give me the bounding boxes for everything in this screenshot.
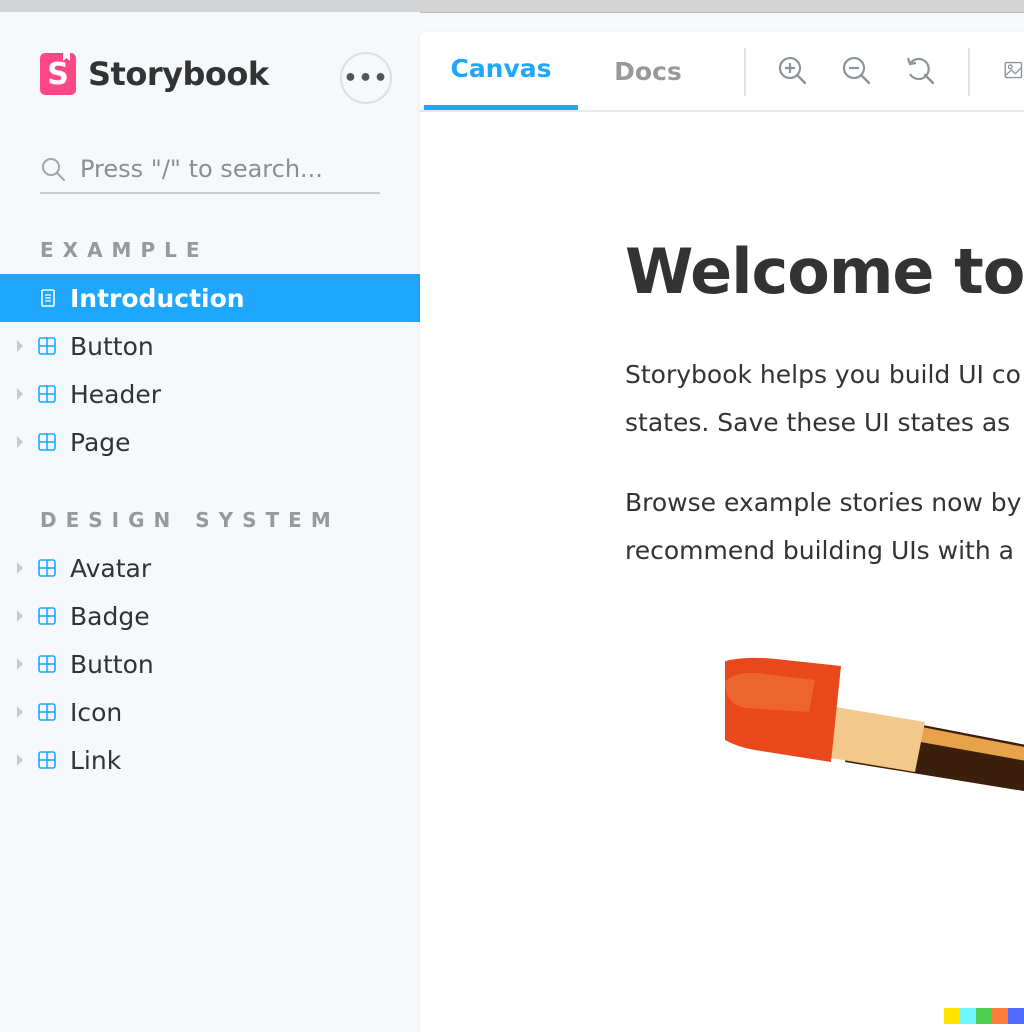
sidebar-item-label: Page xyxy=(70,427,131,457)
section-title-design-system[interactable]: DESIGN SYSTEM xyxy=(40,508,340,532)
intro-paragraph-line: Browse example stories now by xyxy=(625,488,1022,517)
expand-caret-icon[interactable] xyxy=(17,388,23,400)
sidebar-item-label: Link xyxy=(70,745,122,775)
page-title: Welcome to S xyxy=(625,235,1024,308)
intro-paragraph-line: states. Save these UI states as xyxy=(625,408,1011,437)
document-icon xyxy=(40,289,58,307)
component-icon xyxy=(38,607,56,625)
tab-canvas[interactable]: Canvas xyxy=(424,32,578,110)
swatch xyxy=(992,1008,1008,1024)
swatch xyxy=(1008,1008,1024,1024)
expand-caret-icon[interactable] xyxy=(17,436,23,448)
search-icon xyxy=(40,155,68,183)
sidebar-item-introduction[interactable]: Introduction xyxy=(0,274,420,322)
swatch xyxy=(944,1008,960,1024)
logo-letter: S xyxy=(47,56,69,92)
component-icon xyxy=(38,655,56,673)
sidebar-item-icon[interactable]: Icon xyxy=(0,688,420,736)
intro-paragraph-line: Storybook helps you build UI co xyxy=(625,360,1021,389)
component-icon xyxy=(38,385,56,403)
sidebar-item-label: Badge xyxy=(70,601,150,631)
sidebar-item-badge[interactable]: Badge xyxy=(0,592,420,640)
component-icon xyxy=(38,751,56,769)
component-icon xyxy=(38,433,56,451)
expand-caret-icon[interactable] xyxy=(17,658,23,670)
sidebar-item-label: Introduction xyxy=(70,283,245,313)
intro-paragraph-line: recommend building UIs with a xyxy=(625,536,1014,565)
sidebar-item-label: Button xyxy=(70,331,154,361)
sidebar-item-button-design-system[interactable]: Button xyxy=(0,640,420,688)
expand-caret-icon[interactable] xyxy=(17,754,23,766)
swatch xyxy=(960,1008,976,1024)
brand[interactable]: S Storybook xyxy=(40,52,269,96)
ellipsis-icon: ••• xyxy=(343,65,389,91)
more-options-button[interactable]: ••• xyxy=(340,52,392,104)
sidebar-item-label: Button xyxy=(70,649,154,679)
expand-caret-icon[interactable] xyxy=(17,610,23,622)
sidebar-item-label: Avatar xyxy=(70,553,152,583)
sidebar-item-label: Header xyxy=(70,379,162,409)
sidebar-item-avatar[interactable]: Avatar xyxy=(0,544,420,592)
component-icon xyxy=(38,703,56,721)
expand-caret-icon[interactable] xyxy=(17,706,23,718)
storybook-logo-icon: S xyxy=(40,53,76,95)
swatch xyxy=(976,1008,992,1024)
color-swatch-strip xyxy=(944,1008,1024,1024)
sidebar-item-link[interactable]: Link xyxy=(0,736,420,784)
preview-panel: Canvas Docs Welcome to Storybook helps y… xyxy=(420,32,1024,1032)
sidebar-item-page[interactable]: Page xyxy=(0,418,420,466)
section-title-example[interactable]: EXAMPLE xyxy=(40,238,209,262)
component-icon xyxy=(38,337,56,355)
brand-name: Storybook xyxy=(88,55,269,93)
search-input[interactable] xyxy=(80,155,370,183)
sidebar-item-button[interactable]: Button xyxy=(0,322,420,370)
expand-caret-icon[interactable] xyxy=(17,340,23,352)
docs-content: Welcome to S Storybook helps you build U… xyxy=(625,32,1024,1032)
sidebar-item-header[interactable]: Header xyxy=(0,370,420,418)
paintbrush-hand-illustration xyxy=(725,657,1024,792)
sidebar-item-label: Icon xyxy=(70,697,123,727)
component-icon xyxy=(38,559,56,577)
search-bar xyxy=(40,146,380,194)
sidebar: S Storybook ••• EXAMPLE Introduction xyxy=(0,12,420,1024)
expand-caret-icon[interactable] xyxy=(17,562,23,574)
